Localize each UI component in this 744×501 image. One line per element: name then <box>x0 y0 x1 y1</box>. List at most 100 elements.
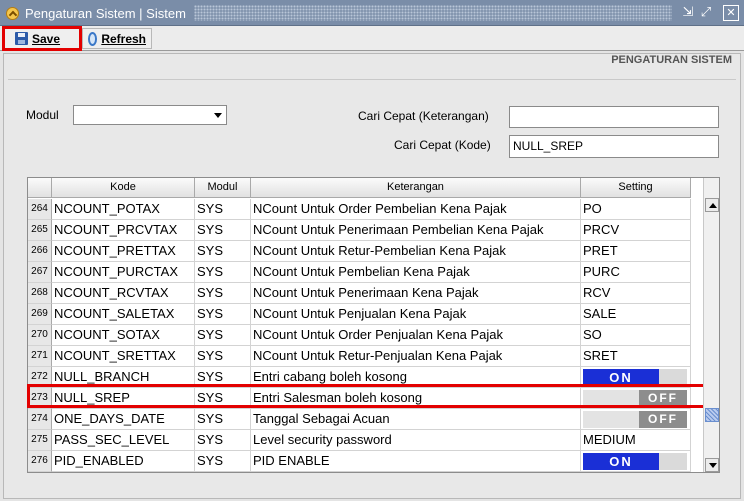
cell-kode[interactable]: NCOUNT_SALETAX <box>52 304 195 325</box>
cell-kode[interactable]: NCOUNT_SRETTAX <box>52 346 195 367</box>
cell-setting[interactable]: SRET <box>581 346 691 367</box>
cell-setting[interactable]: PO <box>581 199 691 220</box>
cell-setting[interactable]: SALE <box>581 304 691 325</box>
cell-kode[interactable]: NCOUNT_POTAX <box>52 199 195 220</box>
toggle-track <box>659 369 687 386</box>
row-number: 268 <box>28 283 52 304</box>
table-row[interactable]: 266 NCOUNT_PRETTAX SYS NCount Untuk Retur-P… <box>28 241 704 262</box>
cell-modul[interactable]: SYS <box>195 409 251 430</box>
column-header-modul[interactable]: Modul <box>195 178 251 198</box>
table-row[interactable]: 267 NCOUNT_PURCTAX SYS NCount Untuk Pembeli… <box>28 262 704 283</box>
cell-modul[interactable]: SYS <box>195 430 251 451</box>
table-row[interactable]: 269 NCOUNT_SALETAX SYS NCount Untuk Penjual… <box>28 304 704 325</box>
cell-keterangan[interactable]: NCount Untuk Order Penjualan Kena Pajak <box>251 325 581 346</box>
cell-keterangan[interactable]: Entri cabang boleh kosong <box>251 367 581 388</box>
cell-keterangan[interactable]: NCount Untuk Order Pembelian Kena Pajak <box>251 199 581 220</box>
row-number: 271 <box>28 346 52 367</box>
scroll-thumb[interactable] <box>705 408 719 422</box>
cell-kode[interactable]: NCOUNT_PRCVTAX <box>52 220 195 241</box>
cell-keterangan[interactable]: Tanggal Sebagai Acuan <box>251 409 581 430</box>
cell-modul[interactable]: SYS <box>195 367 251 388</box>
table-row[interactable]: 272 NULL_BRANCH SYS Entri cabang boleh koso… <box>28 367 704 388</box>
cari-kode-input[interactable]: NULL_SREP <box>509 135 719 158</box>
cell-keterangan[interactable]: NCount Untuk Penerimaan Pembelian Kena P… <box>251 220 581 241</box>
cell-keterangan[interactable]: NCount Untuk Pembelian Kena Pajak <box>251 262 581 283</box>
cell-modul[interactable]: SYS <box>195 283 251 304</box>
table-row[interactable]: 268 NCOUNT_RCVTAX SYS NCount Untuk Penerima… <box>28 283 704 304</box>
table-row[interactable]: 274 ONE_DAYS_DATE SYS Tanggal Sebagai Acuan… <box>28 409 704 430</box>
cell-kode[interactable]: NULL_BRANCH <box>52 367 195 388</box>
cell-modul[interactable]: SYS <box>195 220 251 241</box>
row-number: 270 <box>28 325 52 346</box>
cell-keterangan[interactable]: NCount Untuk Retur-Pembelian Kena Pajak <box>251 241 581 262</box>
close-icon[interactable]: ✕ <box>723 5 739 21</box>
cell-keterangan[interactable]: NCount Untuk Penjualan Kena Pajak <box>251 304 581 325</box>
row-number: 276 <box>28 451 52 472</box>
cell-setting[interactable]: PRCV <box>581 220 691 241</box>
setting-toggle[interactable]: OFF <box>581 388 691 409</box>
table-row[interactable]: 270 NCOUNT_SOTAX SYS NCount Untuk Order Pen… <box>28 325 704 346</box>
row-number: 272 <box>28 367 52 388</box>
cell-keterangan[interactable]: PID ENABLE <box>251 451 581 472</box>
cell-keterangan[interactable]: Entri Salesman boleh kosong <box>251 388 581 409</box>
cell-kode[interactable]: NCOUNT_RCVTAX <box>52 283 195 304</box>
cell-modul[interactable]: SYS <box>195 346 251 367</box>
setting-toggle[interactable]: ON <box>581 367 691 388</box>
table-row[interactable]: 265 NCOUNT_PRCVTAX SYS NCount Untuk Penerim… <box>28 220 704 241</box>
cell-keterangan[interactable]: NCount Untuk Retur-Penjualan Kena Pajak <box>251 346 581 367</box>
table-row[interactable]: 264 NCOUNT_POTAX SYS NCount Untuk Order Pem… <box>28 199 704 220</box>
scroll-down-icon[interactable] <box>705 458 719 472</box>
cell-kode[interactable]: ONE_DAYS_DATE <box>52 409 195 430</box>
row-number: 274 <box>28 409 52 430</box>
toggle-on-label: ON <box>583 369 659 386</box>
cell-kode[interactable]: NCOUNT_SOTAX <box>52 325 195 346</box>
table-row[interactable]: 276 PID_ENABLED SYS PID ENABLE ON <box>28 451 704 472</box>
cari-keterangan-input[interactable] <box>509 106 719 128</box>
toggle-track <box>583 390 639 407</box>
toggle-off-label: OFF <box>639 390 687 407</box>
panel-divider <box>8 79 736 80</box>
cell-keterangan[interactable]: NCount Untuk Penerimaan Kena Pajak <box>251 283 581 304</box>
titlebar-pattern <box>194 5 672 21</box>
cell-setting[interactable]: RCV <box>581 283 691 304</box>
scroll-up-icon[interactable] <box>705 198 719 212</box>
save-button[interactable]: Save <box>2 26 82 51</box>
cell-kode[interactable]: PID_ENABLED <box>52 451 195 472</box>
refresh-button-label: Refresh <box>101 31 146 46</box>
cell-modul[interactable]: SYS <box>195 388 251 409</box>
toggle-on-label: ON <box>583 453 659 470</box>
maximize-icon[interactable]: ⤢ <box>698 5 714 21</box>
cell-setting[interactable]: SO <box>581 325 691 346</box>
modul-select[interactable] <box>73 105 227 125</box>
setting-toggle[interactable]: OFF <box>581 409 691 430</box>
table-row[interactable]: 273 NULL_SREP SYS Entri Salesman boleh koso… <box>28 388 704 409</box>
cell-modul[interactable]: SYS <box>195 304 251 325</box>
column-header-keterangan[interactable]: Keterangan <box>251 178 581 198</box>
column-header-kode[interactable]: Kode <box>52 178 195 198</box>
toggle-off-label: OFF <box>639 411 687 428</box>
row-number: 264 <box>28 199 52 220</box>
cell-kode[interactable]: NULL_SREP <box>52 388 195 409</box>
cell-kode[interactable]: NCOUNT_PRETTAX <box>52 241 195 262</box>
cell-setting[interactable]: MEDIUM <box>581 430 691 451</box>
toolbar: Save Refresh <box>0 26 744 51</box>
window-title: Pengaturan Sistem | Sistem <box>25 6 186 21</box>
table-row[interactable]: 275 PASS_SEC_LEVEL SYS Level security passw… <box>28 430 704 451</box>
cell-modul[interactable]: SYS <box>195 451 251 472</box>
table-row[interactable]: 271 NCOUNT_SRETTAX SYS NCount Untuk Retur-P… <box>28 346 704 367</box>
cell-keterangan[interactable]: Level security password <box>251 430 581 451</box>
setting-toggle[interactable]: ON <box>581 451 691 472</box>
refresh-button[interactable]: Refresh <box>82 28 152 49</box>
cell-modul[interactable]: SYS <box>195 262 251 283</box>
cell-setting[interactable]: PURC <box>581 262 691 283</box>
grid-vertical-scrollbar[interactable] <box>703 178 719 472</box>
chevron-down-icon <box>214 113 222 118</box>
cell-kode[interactable]: NCOUNT_PURCTAX <box>52 262 195 283</box>
cell-modul[interactable]: SYS <box>195 199 251 220</box>
cell-modul[interactable]: SYS <box>195 241 251 262</box>
column-header-setting[interactable]: Setting <box>581 178 691 198</box>
cell-kode[interactable]: PASS_SEC_LEVEL <box>52 430 195 451</box>
restore-icon[interactable]: ⇲ <box>680 5 696 21</box>
cell-modul[interactable]: SYS <box>195 325 251 346</box>
cell-setting[interactable]: PRET <box>581 241 691 262</box>
